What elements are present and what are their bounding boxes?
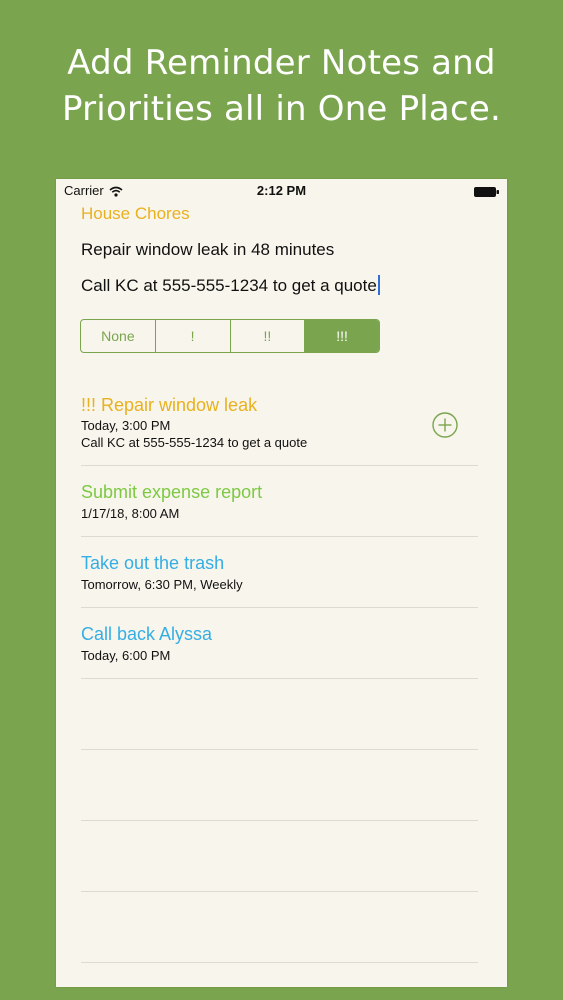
reminder-subtitle: 1/17/18, 8:00 AM — [81, 506, 180, 521]
reminder-note: Call KC at 555-555-1234 to get a quote — [81, 435, 308, 450]
text-cursor — [377, 275, 380, 295]
reminder-title-value: Repair window leak in 48 minutes — [81, 240, 335, 259]
empty-list-row[interactable] — [81, 891, 478, 963]
reminder-row[interactable]: Call back Alyssa Today, 6:00 PM — [81, 608, 478, 679]
priority-high-segment[interactable]: !!! — [305, 320, 379, 352]
status-bar: Carrier 2:12 PM — [56, 179, 507, 201]
headline-line-2: Priorities all in One Place. — [62, 89, 501, 129]
reminder-notes-input[interactable]: Call KC at 555-555-1234 to get a quote — [81, 275, 380, 296]
list-title: House Chores — [81, 204, 190, 223]
priority-none-segment[interactable]: None — [81, 320, 156, 352]
reminder-notes-value: Call KC at 555-555-1234 to get a quote — [81, 276, 377, 295]
reminder-title-input[interactable]: Repair window leak in 48 minutes — [81, 240, 334, 260]
headline-line-1: Add Reminder Notes and — [67, 43, 496, 83]
reminder-row[interactable]: !!! Repair window leak Today, 3:00 PM Ca… — [81, 385, 478, 466]
plus-circle-icon[interactable] — [432, 412, 458, 438]
reminder-subtitle: Today, 6:00 PM — [81, 648, 171, 663]
reminder-subtitle: Tomorrow, 6:30 PM, Weekly — [81, 577, 243, 592]
reminder-title: Take out the trash — [81, 553, 225, 573]
reminder-title: !!! Repair window leak — [81, 395, 258, 415]
reminder-title: Call back Alyssa — [81, 624, 213, 644]
reminder-row[interactable]: Take out the trash Tomorrow, 6:30 PM, We… — [81, 537, 478, 608]
empty-list-row[interactable] — [81, 820, 478, 892]
phone-screen: Carrier 2:12 PM House Chores Repair wind… — [56, 179, 507, 987]
priority-medium-segment[interactable]: !! — [231, 320, 306, 352]
empty-list-row[interactable] — [81, 679, 478, 750]
reminder-row[interactable]: Submit expense report 1/17/18, 8:00 AM — [81, 466, 478, 537]
priority-low-segment[interactable]: ! — [156, 320, 231, 352]
reminder-title: Submit expense report — [81, 482, 263, 502]
empty-list-row[interactable] — [81, 749, 478, 821]
status-time: 2:12 PM — [256, 183, 307, 198]
priority-selector: None ! !! !!! — [80, 319, 380, 353]
reminder-subtitle: Today, 3:00 PM — [81, 418, 171, 433]
battery-icon — [474, 185, 499, 197]
headline: Add Reminder Notes and Priorities all in… — [0, 40, 563, 132]
